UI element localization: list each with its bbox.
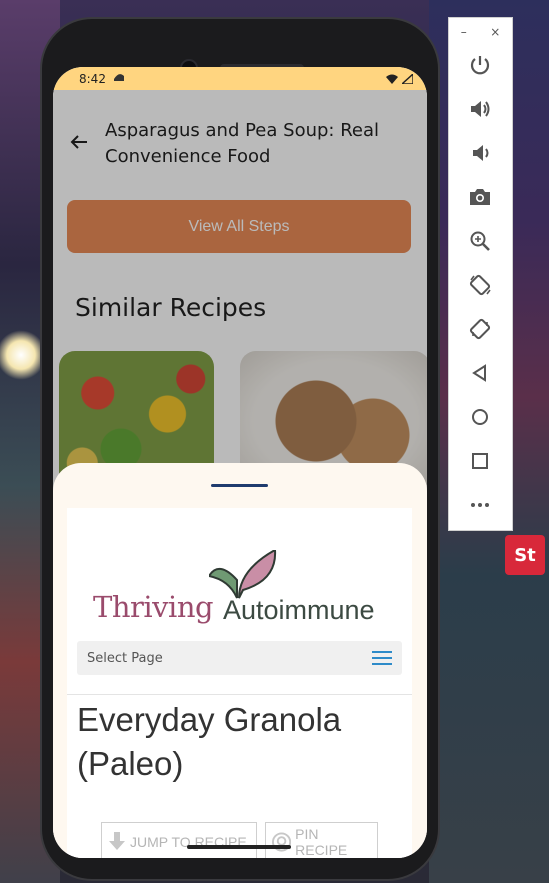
more-icon[interactable] [467, 492, 493, 518]
download-arrow-icon [109, 832, 125, 850]
panel-window-controls: – × [449, 18, 512, 46]
status-icons [386, 73, 413, 84]
rotate-right-icon[interactable] [467, 316, 493, 342]
zoom-icon[interactable] [467, 228, 493, 254]
power-icon[interactable] [467, 52, 493, 78]
volume-up-icon[interactable] [467, 96, 493, 122]
minimize-icon[interactable]: – [461, 25, 467, 39]
hamburger-menu-icon[interactable] [372, 651, 392, 665]
pin-recipe-label: PIN RECIPE [295, 826, 348, 858]
status-bar: 8:42 [53, 67, 427, 90]
signal-icon [402, 73, 413, 84]
select-page-label: Select Page [87, 650, 163, 666]
status-time: 8:42 [79, 71, 106, 86]
home-icon[interactable] [467, 404, 493, 430]
webview: Thriving Autoimmune Select Page Everyday… [67, 508, 412, 858]
app-content: Asparagus and Pea Soup: Real Convenience… [53, 90, 427, 858]
logo-word-autoimmune: Autoimmune [223, 595, 375, 625]
overview-icon[interactable] [467, 448, 493, 474]
close-icon[interactable]: × [490, 25, 500, 39]
emulator-side-panel: – × [448, 17, 513, 531]
jump-to-recipe-button[interactable]: JUMP TO RECIPE [101, 822, 257, 858]
camera-icon[interactable] [467, 184, 493, 210]
rotate-left-icon[interactable] [467, 272, 493, 298]
pinterest-icon [272, 832, 292, 852]
background-sign: St [505, 535, 545, 575]
select-page-menu[interactable]: Select Page [77, 641, 402, 675]
volume-down-icon[interactable] [467, 140, 493, 166]
sheet-drag-handle[interactable] [211, 484, 268, 487]
divider [67, 694, 412, 695]
pin-recipe-button[interactable]: PIN RECIPE [265, 822, 378, 858]
notification-icon [112, 71, 126, 86]
gesture-nav-bar[interactable] [187, 845, 291, 849]
site-logo[interactable]: Thriving Autoimmune [89, 550, 409, 640]
logo-word-thriving: Thriving [93, 590, 214, 624]
leaf-icon [209, 550, 277, 599]
phone-screen: 8:42 Asparagus and Pea Soup: Real Conven… [53, 67, 427, 858]
bottom-sheet: Thriving Autoimmune Select Page Everyday… [53, 463, 427, 858]
post-title: Everyday Granola (Paleo) [77, 701, 342, 782]
wifi-icon [386, 74, 398, 84]
back-icon[interactable] [467, 360, 493, 386]
